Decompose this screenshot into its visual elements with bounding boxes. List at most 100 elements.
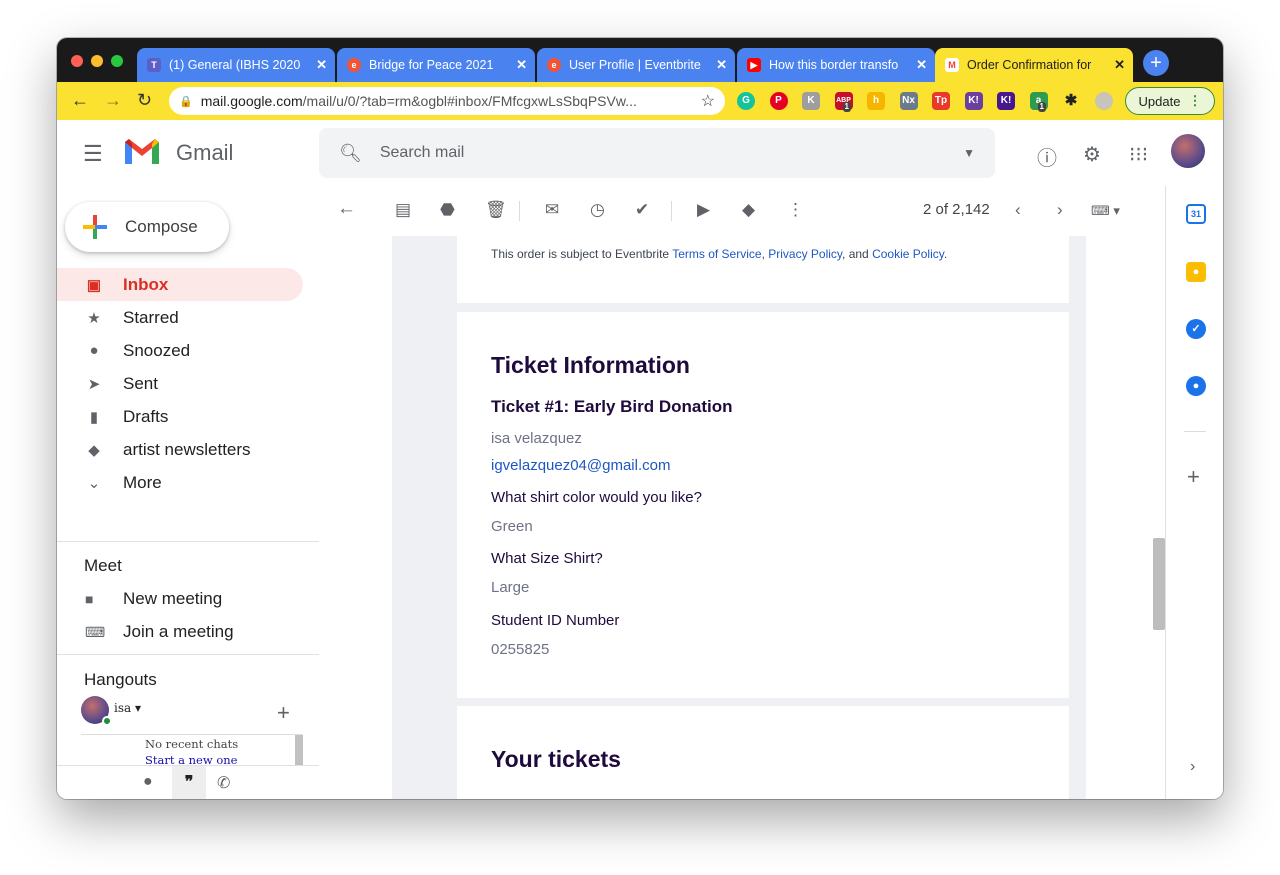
nav-item-drafts[interactable]: ▮ Drafts bbox=[57, 400, 303, 433]
lock-icon: 🔒 bbox=[179, 95, 193, 108]
minimize-window-button[interactable] bbox=[91, 55, 103, 67]
browser-tab[interactable]: ▶ How this border transfo ✕ bbox=[737, 48, 935, 82]
browser-tab-active[interactable]: M Order Confirmation for ✕ bbox=[935, 48, 1133, 82]
honey-icon[interactable]: h bbox=[867, 92, 885, 110]
delete-icon[interactable]: 🗑︎ bbox=[485, 200, 507, 220]
eventbrite-icon: e bbox=[547, 58, 561, 72]
profile-icon[interactable] bbox=[1094, 92, 1113, 110]
close-tab-icon[interactable]: ✕ bbox=[716, 57, 727, 73]
search-options-icon[interactable]: ▼ bbox=[963, 146, 975, 160]
labels-icon[interactable]: ◆ bbox=[742, 200, 755, 220]
browser-tab[interactable]: T (1) General (IBHS 2020 ✕ bbox=[137, 48, 335, 82]
chat-scrollbar[interactable] bbox=[295, 735, 303, 765]
video-camera-icon: ■ bbox=[85, 591, 94, 607]
contacts-icon[interactable]: ● bbox=[1186, 376, 1206, 396]
message-scrollbar[interactable] bbox=[1153, 538, 1165, 630]
help-icon[interactable]: ⓘ bbox=[1037, 142, 1057, 171]
extension-a-icon[interactable]: a1 bbox=[1029, 92, 1048, 112]
nav-item-more[interactable]: ⌄ More bbox=[57, 466, 303, 499]
hangouts-tab-bar: ● ❞ ✆ bbox=[57, 765, 319, 799]
search-input[interactable]: Search mail bbox=[380, 144, 963, 162]
pinterest-icon[interactable]: P bbox=[769, 92, 788, 110]
nav-item-sent[interactable]: ➤ Sent bbox=[57, 367, 303, 400]
chat-bubble-icon[interactable]: ❞ bbox=[172, 766, 206, 799]
search-icon[interactable]: 🔍︎ bbox=[339, 143, 362, 164]
cookie-link[interactable]: Cookie Policy bbox=[872, 247, 944, 261]
mark-unread-icon[interactable]: ✉ bbox=[545, 200, 559, 220]
hangouts-user[interactable]: isa ▾ bbox=[114, 701, 141, 715]
star-icon: ★ bbox=[87, 309, 101, 327]
nx-icon[interactable]: Nx bbox=[899, 92, 918, 110]
attendee-email-link[interactable]: igvelazquez04@gmail.com bbox=[491, 457, 670, 474]
join-meeting-item[interactable]: ⌨ Join a meeting bbox=[85, 622, 234, 642]
account-avatar[interactable] bbox=[1171, 134, 1205, 168]
question-shirt-color: What shirt color would you like? bbox=[491, 489, 702, 506]
update-button[interactable]: Update ⋮ bbox=[1125, 87, 1215, 115]
privacy-link[interactable]: Privacy Policy bbox=[768, 247, 842, 261]
get-addons-plus-icon[interactable]: + bbox=[1187, 464, 1200, 490]
nav-item-starred[interactable]: ★ Starred bbox=[57, 301, 303, 334]
grammarly-icon[interactable]: G bbox=[737, 92, 755, 110]
extension-k-icon[interactable]: K bbox=[802, 92, 820, 110]
gmail-wordmark: Gmail bbox=[176, 140, 234, 165]
expand-panel-chevron-icon[interactable]: › bbox=[1190, 758, 1195, 776]
kahoot-icon[interactable]: K! bbox=[997, 92, 1015, 110]
add-to-tasks-icon[interactable]: ✔ bbox=[635, 200, 649, 220]
tasks-icon[interactable]: ✓ bbox=[1186, 319, 1206, 339]
close-tab-icon[interactable]: ✕ bbox=[316, 57, 327, 73]
report-spam-icon[interactable]: ⬣ bbox=[440, 200, 455, 220]
nav-label: Snoozed bbox=[123, 340, 191, 360]
new-chat-plus-icon[interactable]: + bbox=[277, 700, 290, 726]
hangouts-section-title: Hangouts bbox=[84, 670, 157, 689]
settings-gear-icon[interactable]: ⚙ bbox=[1083, 142, 1101, 167]
reload-icon[interactable]: ↻ bbox=[137, 90, 152, 111]
zoom-window-button[interactable] bbox=[111, 55, 123, 67]
compose-label: Compose bbox=[125, 217, 198, 236]
search-bar[interactable]: 🔍︎ Search mail ▼ bbox=[319, 128, 995, 178]
divider bbox=[57, 654, 319, 655]
input-tools-icon[interactable]: ⌨ ▾ bbox=[1091, 203, 1120, 219]
kami-icon[interactable]: K! bbox=[964, 92, 983, 110]
older-chevron-icon[interactable]: › bbox=[1057, 200, 1063, 220]
bookmark-star-icon[interactable]: ☆ bbox=[701, 91, 715, 111]
back-to-inbox-icon[interactable]: ← bbox=[337, 198, 356, 220]
keep-icon[interactable]: ● bbox=[1186, 262, 1206, 282]
terms-link[interactable]: Terms of Service bbox=[672, 247, 761, 261]
newer-chevron-icon[interactable]: ‹ bbox=[1015, 200, 1021, 220]
tp-icon[interactable]: Tp bbox=[932, 92, 950, 110]
snooze-icon[interactable]: ◷ bbox=[590, 200, 605, 220]
new-meeting-label: New meeting bbox=[123, 589, 223, 608]
calendar-icon[interactable]: 31 bbox=[1186, 204, 1206, 224]
side-panel: 31 ● ✓ ● + › bbox=[1165, 186, 1223, 799]
message-toolbar: ← ▤ ⬣ 🗑︎ ✉ ◷ ✔ ▶ ◆ ⋮ 2 of 2,142 ‹ › ⌨ ▾ bbox=[319, 186, 1149, 236]
question-student-id: Student ID Number bbox=[491, 612, 620, 629]
new-meeting-item[interactable]: ■ New meeting bbox=[85, 589, 222, 609]
close-tab-icon[interactable]: ✕ bbox=[1114, 57, 1125, 73]
close-window-button[interactable] bbox=[71, 55, 83, 67]
browser-toolbar: ← → ↻ 🔒 mail.google.com/mail/u/0/?tab=rm… bbox=[57, 82, 1223, 120]
start-new-chat-link[interactable]: Start a new one bbox=[145, 753, 238, 764]
new-tab-button[interactable]: + bbox=[1143, 50, 1169, 76]
person-icon[interactable]: ● bbox=[143, 773, 153, 791]
forward-arrow-icon[interactable]: → bbox=[104, 90, 122, 111]
phone-icon[interactable]: ✆ bbox=[217, 773, 230, 793]
nav-item-artist-newsletters[interactable]: ◆ artist newsletters bbox=[57, 433, 303, 466]
puzzle-icon[interactable]: ✱ bbox=[1062, 92, 1080, 110]
address-bar[interactable]: 🔒 mail.google.com/mail/u/0/?tab=rm&ogbl#… bbox=[169, 87, 725, 115]
move-to-icon[interactable]: ▶ bbox=[697, 200, 710, 220]
adblock-icon[interactable]: ABP 1 bbox=[834, 92, 853, 112]
close-tab-icon[interactable]: ✕ bbox=[516, 57, 527, 73]
browser-tab[interactable]: e User Profile | Eventbrite ✕ bbox=[537, 48, 735, 82]
close-tab-icon[interactable]: ✕ bbox=[916, 57, 927, 73]
nav-item-snoozed[interactable]: ● Snoozed bbox=[57, 334, 303, 367]
browser-tab[interactable]: e Bridge for Peace 2021 ✕ bbox=[337, 48, 535, 82]
url-text: mail.google.com/mail/u/0/?tab=rm&ogbl#in… bbox=[200, 93, 637, 109]
main-menu-icon[interactable]: ☰ bbox=[83, 141, 103, 167]
more-options-icon[interactable]: ⋮ bbox=[787, 200, 804, 220]
archive-icon[interactable]: ▤ bbox=[395, 200, 411, 220]
compose-button[interactable]: Compose bbox=[65, 202, 229, 252]
apps-grid-icon[interactable]: ⁝⁝⁝ bbox=[1129, 142, 1148, 167]
nav-item-inbox[interactable]: ▣ Inbox bbox=[57, 268, 303, 301]
update-label: Update bbox=[1138, 93, 1181, 109]
back-arrow-icon[interactable]: ← bbox=[71, 90, 89, 111]
